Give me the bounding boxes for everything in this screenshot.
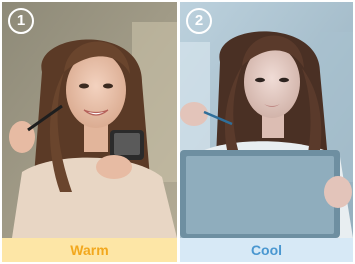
panel-label-warm: Warm — [2, 238, 177, 262]
warm-photo-illustration — [2, 2, 177, 238]
panel-label-cool: Cool — [180, 238, 353, 262]
cool-photo-illustration — [180, 2, 353, 238]
warm-photo — [2, 2, 177, 238]
cool-photo — [180, 2, 353, 238]
panel-cool: 2 Cool — [180, 2, 353, 262]
panel-warm: 1 Warm — [2, 2, 177, 262]
comparison-frame: 1 Warm 2 Cool — [0, 0, 355, 264]
panel-number-badge: 1 — [8, 8, 34, 34]
panel-number-badge: 2 — [186, 8, 212, 34]
